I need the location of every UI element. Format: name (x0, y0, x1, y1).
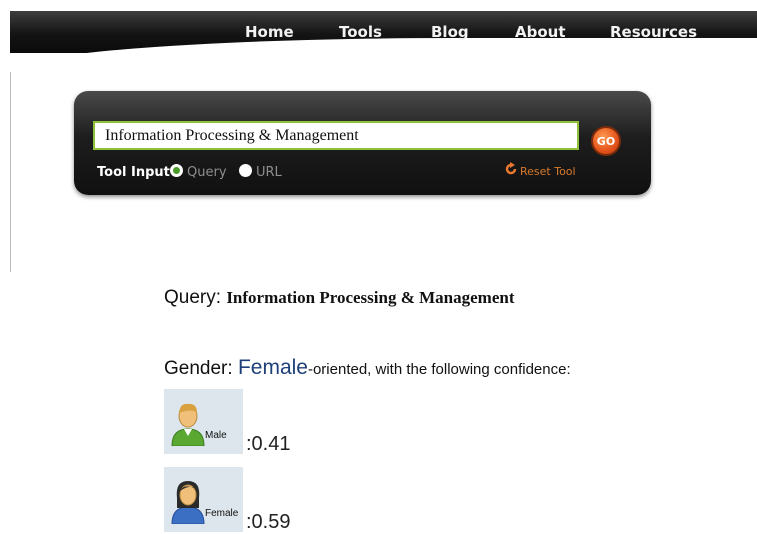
female-user-icon (171, 481, 205, 524)
url-radio-label[interactable]: URL (256, 165, 282, 180)
gender-description: -oriented, with the following confidence… (307, 361, 571, 378)
query-label: Query: (164, 287, 222, 308)
male-score: :0.41 (246, 433, 291, 455)
query-radio[interactable] (170, 164, 183, 177)
nav-item-tools[interactable]: Tools (339, 11, 382, 53)
gender-line: Gender: Female-oriented, with the follow… (164, 356, 571, 380)
query-value: Information Processing & Management (226, 288, 515, 307)
nav-item-home[interactable]: Home (245, 11, 294, 53)
url-radio[interactable] (239, 164, 252, 177)
nav-item-resources[interactable]: Resources (610, 11, 697, 53)
tool-input-label: Tool Input (97, 165, 170, 180)
nav-item-blog[interactable]: Blog (431, 11, 469, 53)
go-button[interactable]: GO (591, 126, 621, 156)
result-query-line: Query: Information Processing & Manageme… (164, 287, 515, 309)
male-user-icon (171, 403, 205, 446)
reset-tool-link[interactable]: Reset Tool (520, 165, 576, 178)
gender-label: Gender: (164, 358, 233, 379)
male-caption: Male (205, 430, 227, 441)
query-radio-label[interactable]: Query (187, 165, 227, 180)
reset-icon[interactable] (504, 162, 518, 176)
gender-value: Female (237, 356, 308, 379)
page-border (10, 72, 11, 272)
female-icon-box: Female (164, 467, 243, 532)
nav-item-about[interactable]: About (515, 11, 566, 53)
female-caption: Female (205, 508, 239, 519)
query-input[interactable] (93, 121, 579, 150)
female-score: :0.59 (246, 511, 291, 533)
male-icon-box: Male (164, 389, 243, 454)
